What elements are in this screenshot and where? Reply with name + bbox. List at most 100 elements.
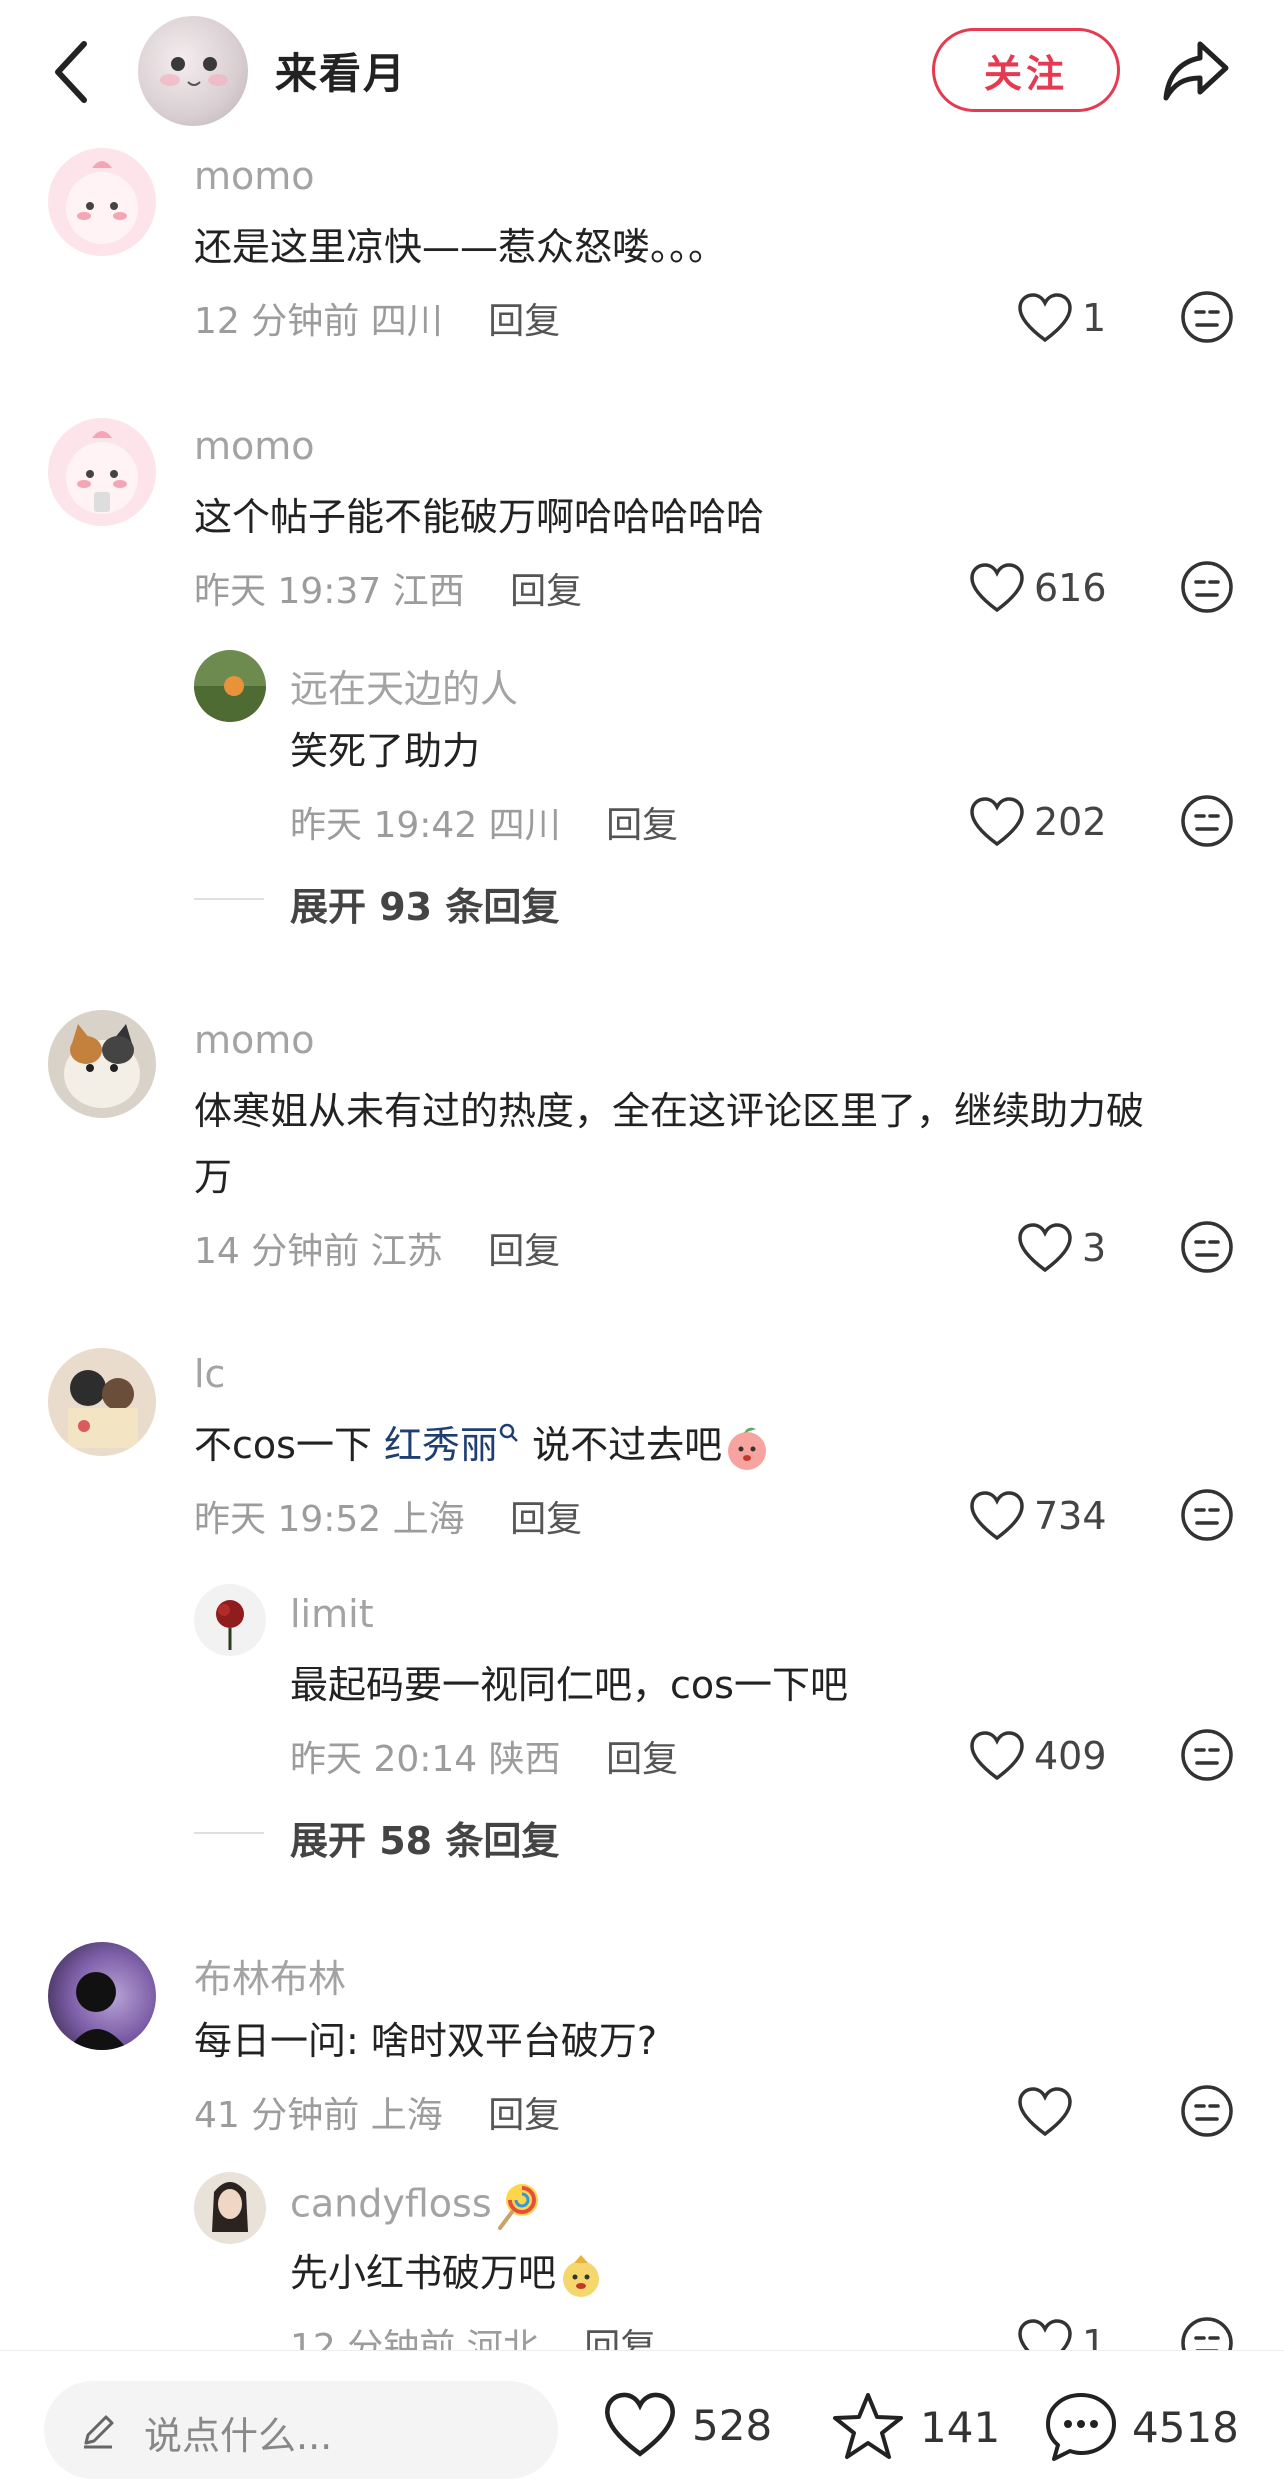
share-icon[interactable] [1160, 36, 1232, 104]
comment-meta: 昨天 19:37 江西 回复 [194, 562, 582, 614]
avatar[interactable] [48, 418, 156, 526]
neutral-face-icon[interactable] [1180, 1220, 1234, 1274]
bear-emoji-icon [563, 2254, 600, 2297]
like-count: 409 [1034, 1734, 1107, 1778]
like-button[interactable]: 202 [968, 792, 1107, 852]
comment-location: 四川 [370, 301, 443, 342]
comment-text: 这个帖子能不能破万啊哈哈哈哈哈 [194, 495, 765, 539]
comment-text: 不cos一下 红秀丽 说不过去吧 [194, 1412, 772, 1478]
avatar[interactable] [48, 1348, 156, 1456]
comment-username[interactable]: momo [194, 1018, 315, 1062]
reply-time: 昨天 20:14 [290, 1739, 478, 1780]
divider [194, 898, 264, 900]
comment-meta: 14 分钟前 江苏 回复 [194, 1222, 560, 1274]
neutral-face-icon[interactable] [1180, 290, 1234, 344]
post-like-count: 528 [692, 2400, 773, 2450]
like-action[interactable]: 528 [602, 2391, 772, 2459]
divider [194, 1832, 264, 1834]
reply-text: 最起码要一视同仁吧，cos一下吧 [290, 1663, 848, 1707]
chat-bubble-icon [1046, 2393, 1116, 2461]
neutral-face-icon[interactable] [1180, 1488, 1234, 1542]
comment-meta: 昨天 19:52 上海 回复 [194, 1490, 582, 1542]
comment-time: 12 分钟前 [194, 301, 360, 342]
expand-replies-button[interactable]: 展开 58 条回复 [290, 1810, 559, 1865]
reply-button[interactable]: 回复 [488, 2095, 560, 2136]
neutral-face-icon[interactable] [1180, 794, 1234, 848]
comment-text-line1: 体寒姐从未有过的热度，全在这评论区里了，继续助力破 [194, 1089, 1145, 1133]
like-button[interactable]: 616 [968, 558, 1107, 618]
comment-username[interactable]: lc [194, 1352, 225, 1396]
reply-meta: 昨天 20:14 陕西 回复 [290, 1730, 678, 1782]
back-arrow-icon[interactable] [48, 38, 98, 106]
comment-meta: 12 分钟前 四川 回复 [194, 292, 560, 344]
avatar[interactable] [48, 148, 156, 256]
heart-icon [970, 563, 1024, 613]
comment-location: 江苏 [370, 1231, 443, 1272]
comment-time: 41 分钟前 [194, 2095, 360, 2136]
comment-input-placeholder: 说点什么... [144, 2414, 333, 2458]
comment-location: 上海 [370, 2095, 443, 2136]
reply-button[interactable]: 回复 [510, 571, 582, 612]
like-button[interactable]: 734 [968, 1486, 1107, 1546]
comment-location: 江西 [392, 571, 465, 612]
reply-time: 昨天 19:42 [290, 805, 478, 846]
reply-button[interactable]: 回复 [510, 1499, 582, 1540]
reply-button[interactable]: 回复 [606, 1739, 678, 1780]
reply-username[interactable]: 远在天边的人 [290, 658, 518, 713]
avatar[interactable] [194, 650, 266, 722]
top-bar: 来看月 关注 [0, 0, 1284, 145]
like-count: 1 [1082, 296, 1107, 340]
avatar[interactable] [194, 1584, 266, 1656]
like-button[interactable]: 1 [1016, 288, 1106, 348]
comment-time: 昨天 19:52 [194, 1499, 382, 1540]
author-name[interactable]: 来看月 [275, 40, 407, 101]
reply-username-wrap[interactable]: candyfloss [290, 2180, 544, 2232]
neutral-face-icon[interactable] [1180, 2084, 1234, 2138]
author-avatar[interactable] [138, 16, 248, 126]
like-count: 202 [1034, 800, 1107, 844]
reply-button[interactable]: 回复 [488, 1231, 560, 1272]
reply-username[interactable]: limit [290, 1592, 374, 1636]
like-button[interactable]: 409 [968, 1726, 1107, 1786]
comment-username[interactable]: momo [194, 424, 315, 468]
comment-location: 上海 [392, 1499, 465, 1540]
comment-meta: 41 分钟前 上海 回复 [194, 2086, 560, 2138]
favorite-action[interactable]: 141 [830, 2391, 1000, 2463]
like-button[interactable]: 3 [1016, 1218, 1106, 1278]
comment-time: 昨天 19:37 [194, 571, 382, 612]
search-icon[interactable] [498, 1422, 520, 1444]
reply-text: 先小红书破万吧 [290, 2240, 606, 2306]
reply-button[interactable]: 回复 [488, 301, 560, 342]
reply-meta: 昨天 19:42 四川 回复 [290, 796, 678, 848]
avatar[interactable] [48, 1010, 156, 1118]
star-icon [833, 2393, 903, 2459]
comment-username[interactable]: momo [194, 154, 315, 198]
avatar[interactable] [48, 1942, 156, 2050]
neutral-face-icon[interactable] [1180, 1728, 1234, 1782]
comment-action[interactable]: 4518 [1044, 2391, 1239, 2463]
topic-link[interactable]: 红秀丽 [384, 1423, 498, 1467]
follow-button[interactable]: 关注 [932, 28, 1120, 112]
heart-icon [970, 1731, 1024, 1781]
comment-text-line2: 万 [194, 1155, 233, 1199]
reply-text-content: 先小红书破万吧 [290, 2251, 557, 2295]
heart-icon [970, 1491, 1024, 1541]
reply-location: 四川 [488, 805, 561, 846]
comment-text: 每日一问: 啥时双平台破万? [194, 2019, 658, 2063]
bottom-action-bar: 说点什么... 528 141 4518 [0, 2350, 1284, 2492]
comment-username[interactable]: 布林布林 [194, 1948, 346, 2003]
heart-icon [970, 797, 1024, 847]
heart-icon [605, 2392, 675, 2457]
lollipop-emoji-icon [497, 2184, 538, 2230]
neutral-face-icon[interactable] [1180, 560, 1234, 614]
comment-input[interactable]: 说点什么... [44, 2381, 558, 2479]
reply-username[interactable]: candyfloss [290, 2182, 492, 2226]
like-count: 616 [1034, 566, 1107, 610]
avatar[interactable] [194, 2172, 266, 2244]
reply-button[interactable]: 回复 [606, 805, 678, 846]
peach-emoji-icon [728, 1427, 767, 1470]
expand-replies-button[interactable]: 展开 93 条回复 [290, 876, 559, 931]
like-button[interactable] [1016, 2082, 1082, 2142]
like-count: 3 [1082, 1226, 1107, 1270]
comment-time: 14 分钟前 [194, 1231, 360, 1272]
